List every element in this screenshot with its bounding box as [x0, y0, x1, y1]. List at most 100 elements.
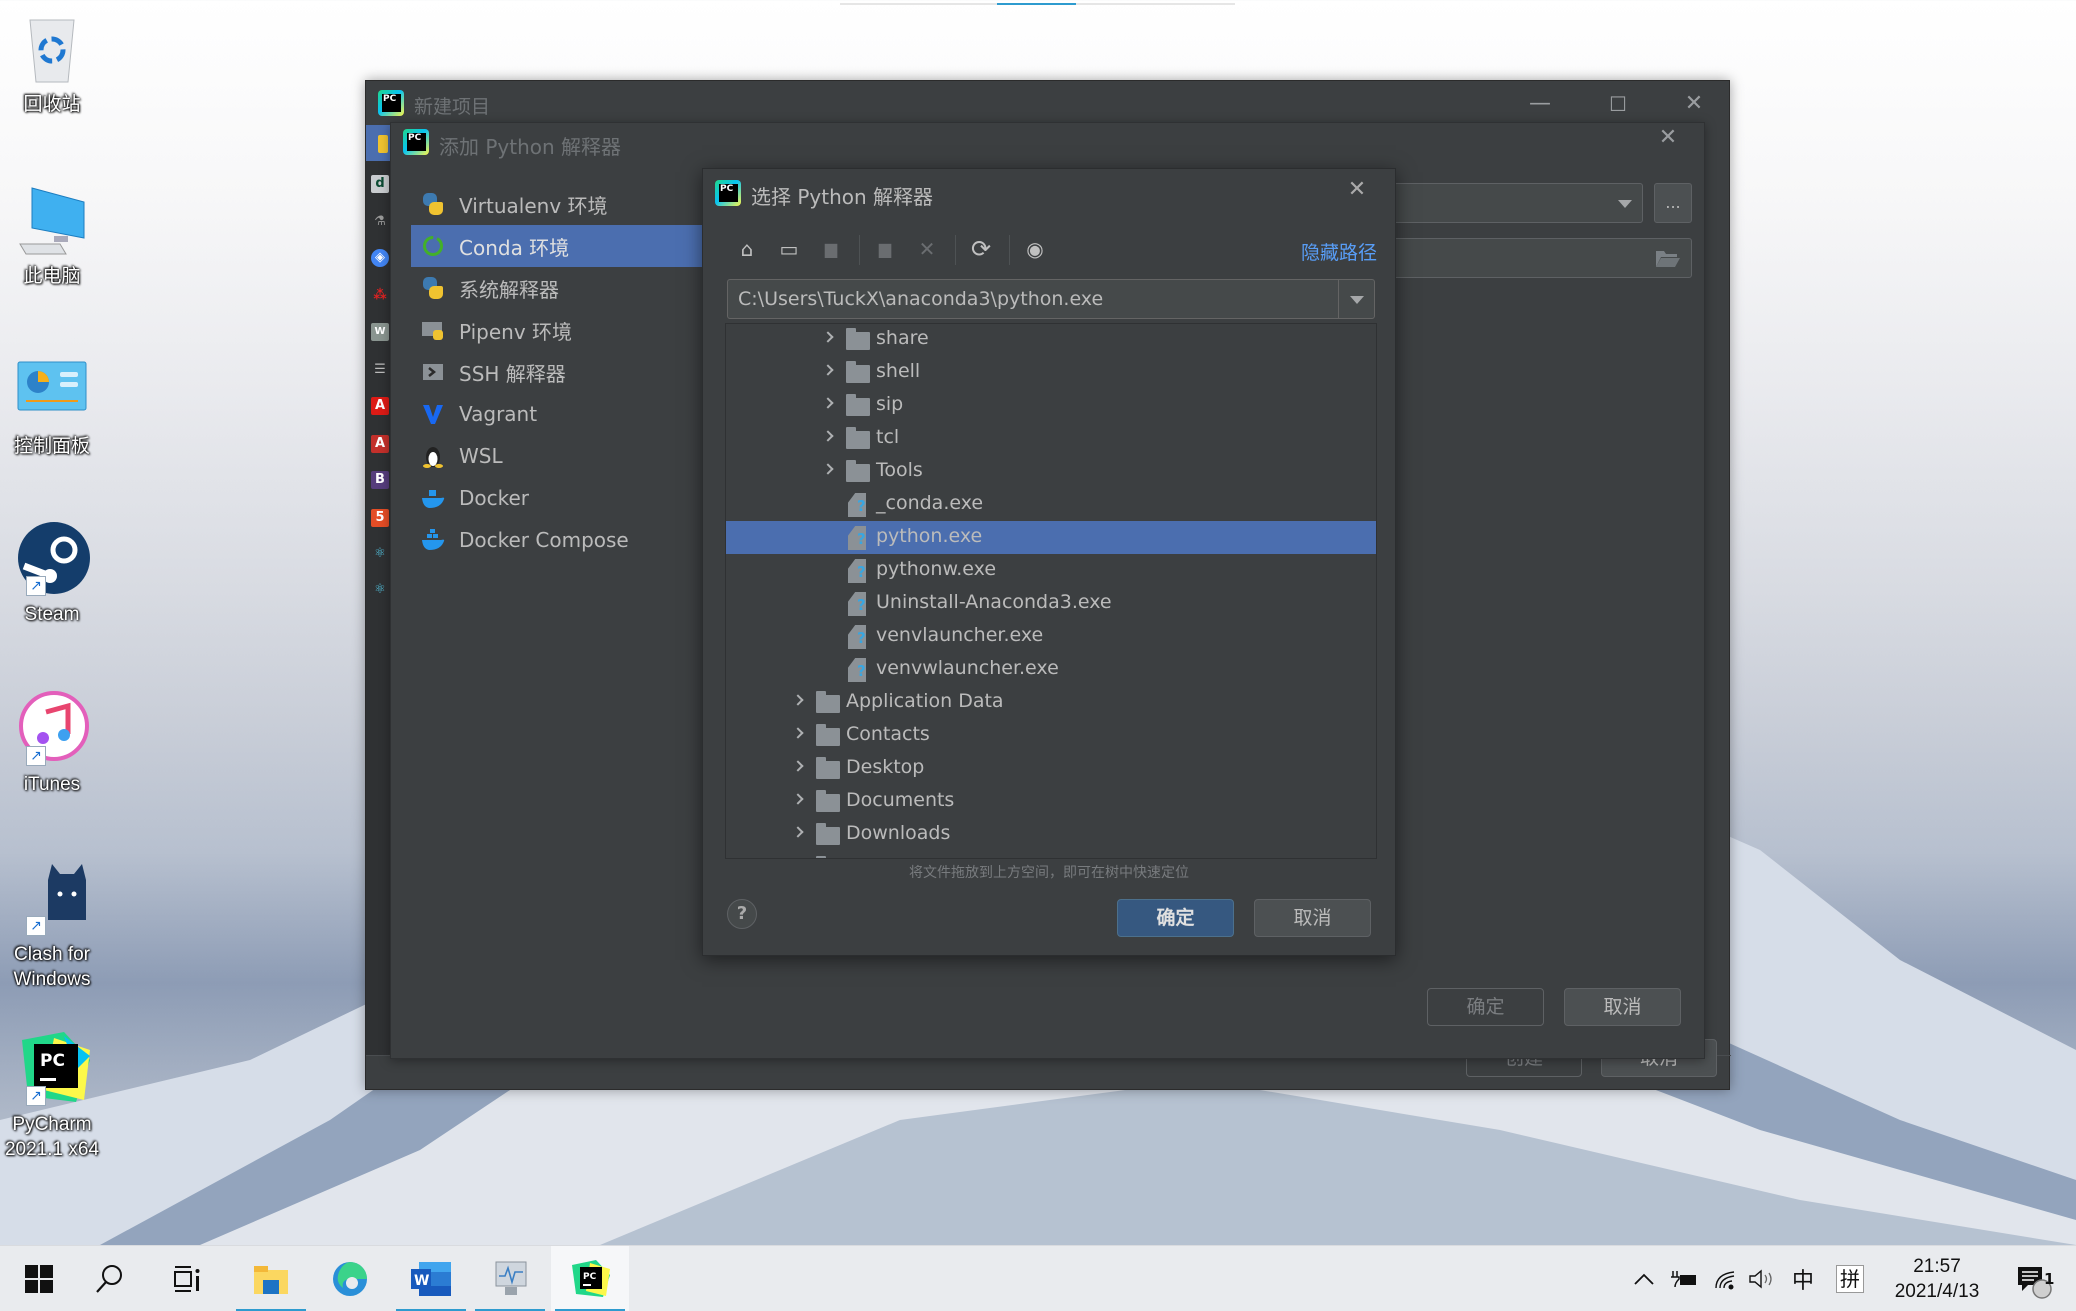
- taskbar-app-pycharm[interactable]: PC: [551, 1246, 629, 1311]
- browse-button[interactable]: ...: [1654, 183, 1692, 223]
- file-tree[interactable]: share shell sip tcl Tools? _conda.exe? python.…: [725, 323, 1377, 859]
- angularjs-icon[interactable]: A: [371, 435, 389, 453]
- tree-row[interactable]: ? venvlauncher.exe: [726, 620, 1376, 653]
- close-button[interactable]: ✕: [1646, 123, 1690, 153]
- tree-row[interactable]: Tools: [726, 455, 1376, 488]
- desktop-icon-label: iTunes: [23, 774, 81, 795]
- hide-path-link[interactable]: 隐藏路径: [1301, 238, 1377, 265]
- show-hidden-icons-button[interactable]: [1633, 1246, 1655, 1311]
- taskbar-app-edge[interactable]: [311, 1246, 389, 1311]
- bootstrap-icon[interactable]: B: [371, 471, 389, 489]
- show-hidden-files-icon[interactable]: ◉: [1021, 235, 1049, 263]
- clock[interactable]: 21:57 2021/4/13: [1880, 1254, 1994, 1304]
- action-center-button[interactable]: 1: [2014, 1246, 2054, 1311]
- interpreter-type-pipenv[interactable]: Pipenv 环境: [411, 309, 723, 351]
- chevron-right-icon[interactable]: [822, 430, 834, 442]
- new-folder-icon[interactable]: ▆: [871, 235, 899, 263]
- taskbar-app-resource-monitor[interactable]: [471, 1246, 549, 1311]
- angular-cli-icon[interactable]: A: [371, 397, 389, 415]
- chevron-right-icon[interactable]: [792, 760, 804, 772]
- cancel-button[interactable]: 取消: [1564, 988, 1681, 1026]
- tree-row[interactable]: Downloads: [726, 818, 1376, 851]
- desktop-icon[interactable]: ▭: [775, 235, 803, 263]
- interpreter-select[interactable]: [1391, 183, 1643, 223]
- interpreter-type-system[interactable]: 系统解释器: [411, 267, 723, 309]
- tree-row[interactable]: ? pythonw.exe: [726, 554, 1376, 587]
- chevron-right-icon[interactable]: [792, 694, 804, 706]
- project-folder-icon[interactable]: ▆: [817, 235, 845, 263]
- chevron-right-icon[interactable]: [792, 826, 804, 838]
- desktop-icon-steam[interactable]: ↗ Steam: [0, 520, 104, 627]
- interpreter-type-vagrant[interactable]: Vagrant: [411, 393, 723, 435]
- ime-mode-indicator[interactable]: 拼: [1836, 1246, 1864, 1311]
- tree-row[interactable]: Favorites: [726, 851, 1376, 858]
- scientific-icon[interactable]: ☰: [371, 361, 389, 379]
- volume-control[interactable]: [1748, 1246, 1778, 1311]
- interpreter-type-conda[interactable]: Conda 环境: [411, 225, 723, 267]
- tree-row[interactable]: Documents: [726, 785, 1376, 818]
- tree-row[interactable]: ? Uninstall-Anaconda3.exe: [726, 587, 1376, 620]
- ime-language-indicator[interactable]: 中: [1792, 1246, 1814, 1311]
- network-status[interactable]: [1714, 1246, 1740, 1311]
- desktop-icon-pycharm[interactable]: PC ↗ PyCharm 2021.1 x64: [0, 1030, 104, 1162]
- desktop-icon-itunes[interactable]: ↗ iTunes: [0, 690, 104, 797]
- interpreter-type-virtualenv[interactable]: Virtualenv 环境: [411, 183, 723, 225]
- taskbar-app-file-explorer[interactable]: [232, 1246, 310, 1311]
- google-app-engine-icon[interactable]: ◈: [371, 249, 389, 267]
- search-button[interactable]: [70, 1246, 148, 1311]
- tree-row[interactable]: shell: [726, 356, 1376, 389]
- new-project-titlebar[interactable]: 新建项目 — ☐ ✕: [366, 81, 1729, 125]
- cancel-button[interactable]: 取消: [1254, 899, 1371, 937]
- desktop-icon-this-pc[interactable]: 此电脑: [0, 182, 104, 289]
- task-view-button[interactable]: [148, 1246, 226, 1311]
- help-button[interactable]: ?: [727, 899, 757, 929]
- folder-icon: [846, 394, 870, 416]
- home-icon[interactable]: ⌂: [733, 235, 761, 263]
- tree-row[interactable]: ? venvwlauncher.exe: [726, 653, 1376, 686]
- interpreter-type-ssh[interactable]: SSH 解释器: [411, 351, 723, 393]
- flask-icon[interactable]: ⚗: [371, 213, 389, 231]
- minimize-button[interactable]: —: [1518, 89, 1562, 119]
- conda-executable-field[interactable]: [1391, 238, 1692, 278]
- path-history-dropdown[interactable]: [1338, 280, 1374, 318]
- chevron-right-icon[interactable]: [792, 727, 804, 739]
- django-icon[interactable]: d: [371, 175, 389, 193]
- tree-row[interactable]: ? _conda.exe: [726, 488, 1376, 521]
- interpreter-type-docker[interactable]: Docker: [411, 477, 723, 519]
- battery-status[interactable]: [1670, 1246, 1698, 1311]
- web2py-icon[interactable]: W: [371, 323, 389, 341]
- python-icon[interactable]: [378, 135, 388, 153]
- tree-row[interactable]: Desktop: [726, 752, 1376, 785]
- close-button[interactable]: ✕: [1335, 175, 1379, 205]
- refresh-icon[interactable]: ⟳: [967, 235, 995, 263]
- html5-icon[interactable]: 5: [371, 509, 389, 527]
- delete-icon[interactable]: ✕: [913, 235, 941, 263]
- tree-row[interactable]: Contacts: [726, 719, 1376, 752]
- desktop-icon-recycle-bin[interactable]: 回收站: [0, 10, 104, 117]
- tree-row[interactable]: Application Data: [726, 686, 1376, 719]
- interpreter-type-docker-compose[interactable]: Docker Compose: [411, 519, 723, 561]
- ok-button[interactable]: 确定: [1117, 899, 1234, 937]
- chevron-right-icon[interactable]: [822, 463, 834, 475]
- chevron-right-icon[interactable]: [822, 397, 834, 409]
- pyramid-icon[interactable]: ⁂: [371, 287, 389, 305]
- desktop-icon-control-panel[interactable]: 控制面板: [0, 352, 104, 459]
- tree-row[interactable]: tcl: [726, 422, 1376, 455]
- chevron-right-icon[interactable]: [822, 364, 834, 376]
- taskbar-app-word[interactable]: W: [392, 1246, 470, 1311]
- maximize-button[interactable]: ☐: [1596, 89, 1640, 119]
- path-input[interactable]: C:\Users\TuckX\anaconda3\python.exe: [727, 279, 1375, 319]
- interpreter-type-wsl[interactable]: WSL: [411, 435, 723, 477]
- chevron-right-icon[interactable]: [792, 793, 804, 805]
- react-native-icon[interactable]: ⚛: [371, 581, 389, 599]
- close-button[interactable]: ✕: [1672, 89, 1716, 119]
- chevron-right-icon[interactable]: [822, 331, 834, 343]
- tree-row[interactable]: sip: [726, 389, 1376, 422]
- desktop-icon-clash[interactable]: ↗ Clash for Windows: [0, 860, 104, 992]
- start-button[interactable]: [0, 1246, 78, 1311]
- react-icon[interactable]: ⚛: [371, 545, 389, 563]
- folder-open-icon[interactable]: [1655, 248, 1681, 268]
- tree-row[interactable]: ? python.exe: [726, 521, 1376, 554]
- tree-row[interactable]: share: [726, 324, 1376, 356]
- ok-button[interactable]: 确定: [1427, 988, 1544, 1026]
